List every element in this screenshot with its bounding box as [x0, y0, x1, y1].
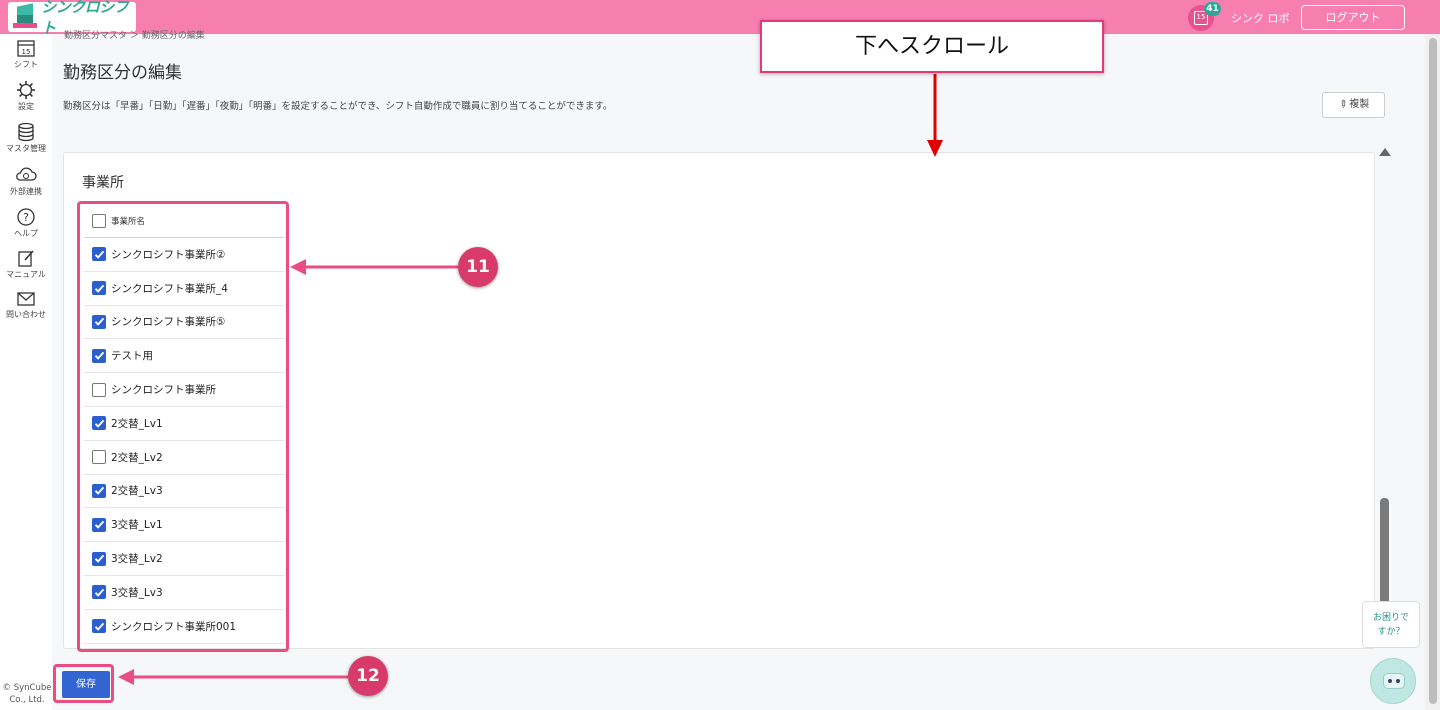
sidebar-item-label: 設定: [18, 102, 34, 111]
sidebar-item-label: 外部連携: [10, 187, 42, 196]
logout-button[interactable]: ログアウト: [1301, 5, 1405, 30]
card-title: 事業所: [82, 175, 124, 191]
logo-cube-icon: [13, 3, 37, 30]
svg-text:?: ?: [23, 211, 29, 224]
sidebar-item-label: マニュアル: [6, 270, 46, 279]
sidebar-item-label: 問い合わせ: [6, 310, 46, 319]
copy-button[interactable]: ✎ 複製: [1322, 92, 1385, 118]
card-scrollbar[interactable]: [1378, 148, 1392, 648]
sidebar-item-settings[interactable]: 設定: [0, 80, 52, 112]
gear-icon: [17, 81, 35, 99]
top-header: シンクロシフト 15 41 シンク ロボ ログアウト: [0, 0, 1440, 37]
breadcrumb[interactable]: 勤務区分マスタ ＞ 勤務区分の編集: [64, 28, 205, 41]
help-bubble[interactable]: お困りで すか？: [1362, 601, 1420, 648]
page-scrollbar-thumb[interactable]: [1429, 38, 1437, 704]
step-12-badge: 12: [348, 656, 388, 696]
office-list-highlight: [77, 201, 289, 652]
page-scrollbar[interactable]: [1426, 34, 1440, 710]
mail-icon: [17, 292, 35, 306]
user-name[interactable]: シンク ロボ: [1231, 10, 1290, 26]
help-icon: ?: [17, 208, 35, 226]
cloud-sync-icon: [16, 167, 37, 181]
pencil-note-icon: [18, 250, 34, 267]
step-11-badge: 11: [458, 247, 498, 287]
calendar-icon: 15: [17, 40, 35, 57]
copyright: © SynCube Co., Ltd.: [2, 683, 52, 705]
scroll-down-callout: 下へスクロール: [760, 20, 1104, 73]
sidebar-item-help[interactable]: ? ヘルプ: [0, 207, 52, 239]
scroll-up-arrow-icon[interactable]: [1379, 148, 1391, 156]
database-icon: [18, 122, 34, 142]
sidebar-item-master[interactable]: マスタ管理: [0, 122, 52, 154]
sidebar-item-integration[interactable]: 外部連携: [0, 165, 52, 197]
sidebar-item-manual[interactable]: マニュアル: [0, 248, 52, 280]
sidebar-item-label: シフト: [14, 60, 38, 69]
page-title: 勤務区分の編集: [63, 63, 182, 83]
svg-text:15: 15: [22, 48, 31, 56]
sidebar-item-contact[interactable]: 問い合わせ: [0, 290, 52, 320]
sidebar-item-label: マスタ管理: [6, 144, 46, 153]
chatbot-robot-icon[interactable]: [1370, 658, 1416, 704]
sidebar: 15 シフト 設定 マスタ管理 外部連携 ? ヘルプ マニュアル 問い合わせ ©…: [0, 34, 52, 710]
page-description: 勤務区分は「早番」「日勤」「遅番」「夜勤」「明番」を設定することができ、シフト自…: [63, 101, 613, 112]
notification-badge: 41: [1204, 2, 1221, 16]
sidebar-item-label: ヘルプ: [14, 229, 38, 238]
save-button-highlight: [53, 664, 114, 703]
sidebar-item-shift[interactable]: 15 シフト: [0, 38, 52, 70]
